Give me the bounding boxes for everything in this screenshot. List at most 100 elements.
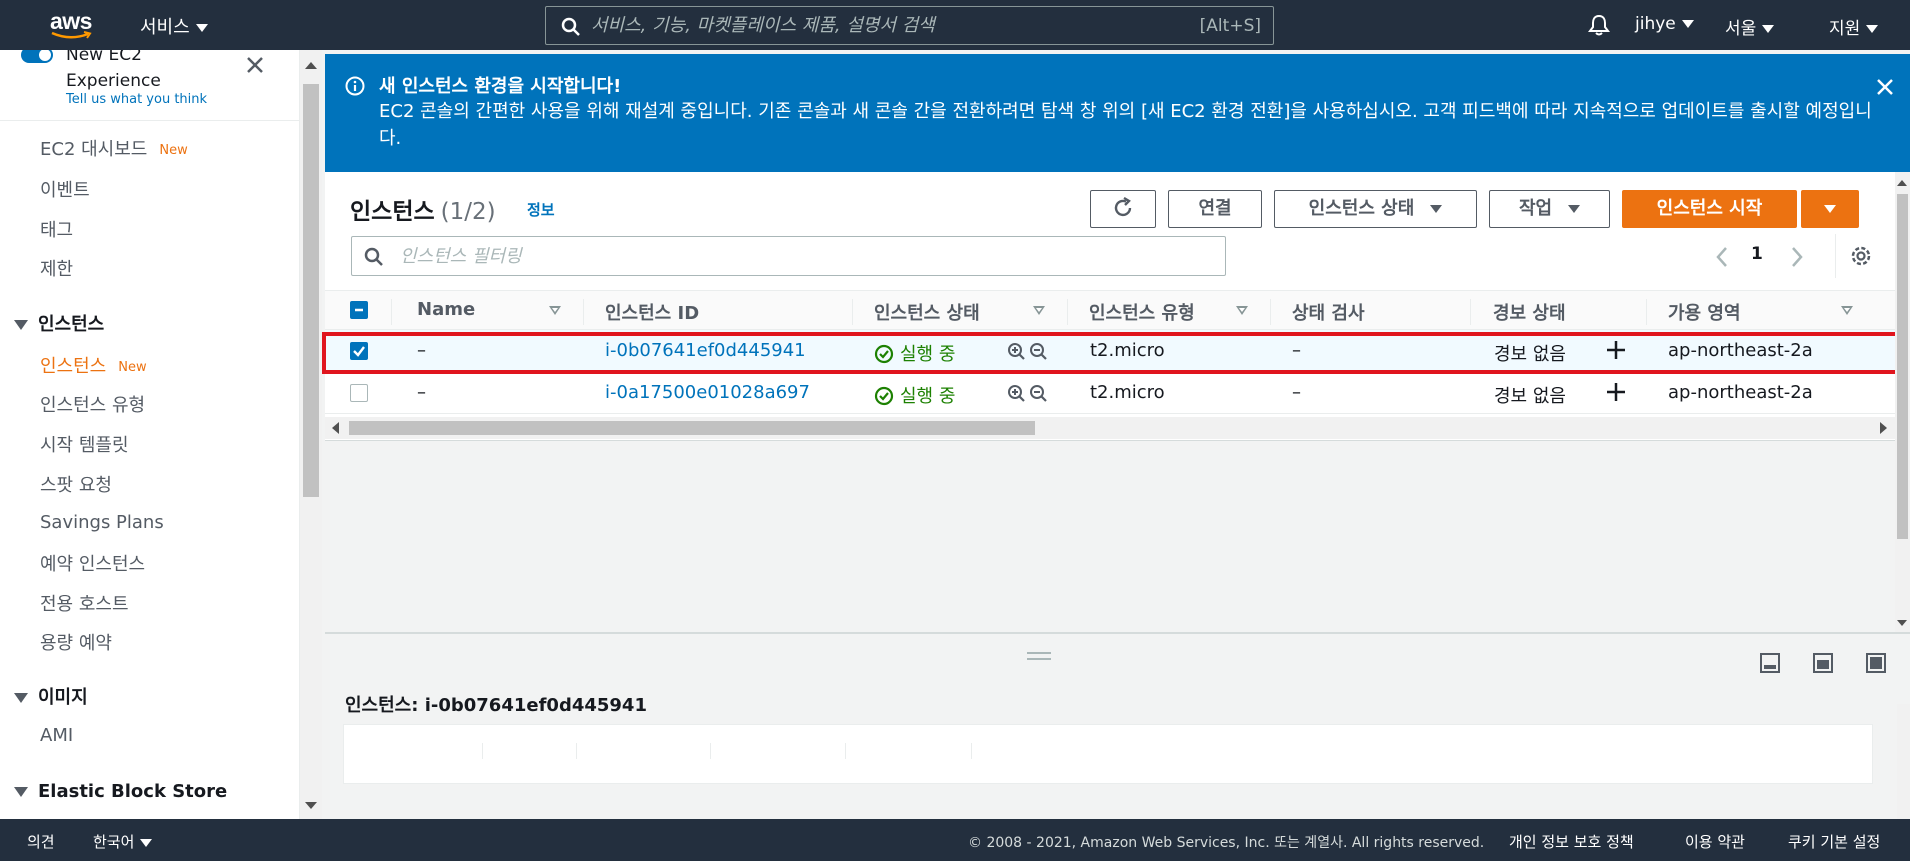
cell-status-check: – [1292,382,1301,403]
close-icon[interactable] [1876,78,1894,96]
sidebar-item-events[interactable]: 이벤트 [40,176,90,202]
scroll-down-arrow[interactable] [1897,620,1907,626]
column-divider [391,299,392,325]
sidebar-item-capacity-reservations[interactable]: 용량 예약 [40,629,112,655]
caret-down-icon [14,787,28,797]
panel-full-icon[interactable] [1865,652,1887,674]
global-search-input[interactable] [591,11,1191,40]
privacy-link[interactable]: 개인 정보 보호 정책 [1509,831,1634,852]
instance-filter[interactable] [351,236,1226,276]
add-alarm-icon[interactable] [1604,380,1628,404]
refresh-button[interactable] [1090,190,1156,228]
global-search[interactable]: [Alt+S] [545,6,1274,45]
gear-icon[interactable] [1849,244,1873,268]
sidebar-item-instance-types[interactable]: 인스턴스 유형 [40,391,145,417]
actions-button[interactable]: 작업 [1489,190,1610,228]
sort-icon[interactable] [549,306,561,315]
sidebar-item-instances[interactable]: 인스턴스 New [40,352,147,378]
info-link[interactable]: 정보 [527,199,555,220]
split-panel-scrollbar[interactable] [1897,704,1910,821]
sidebar-item-dedicated-hosts[interactable]: 전용 호스트 [40,590,129,616]
sidebar-section-images[interactable]: 이미지 [14,683,88,709]
bell-icon[interactable] [1588,14,1610,36]
row-checkbox[interactable] [350,384,368,402]
sidebar-item-launch-templates[interactable]: 시작 템플릿 [40,431,129,457]
selection-count: (1/2) [440,199,496,225]
launch-dropdown-button[interactable] [1801,190,1859,228]
user-menu[interactable]: jihye [1635,14,1694,34]
refresh-icon [1114,196,1132,217]
selected-row-highlight [322,332,1904,374]
scroll-left-arrow[interactable] [332,422,339,434]
sidebar: New EC2 Experience Tell us what you thin… [0,50,300,819]
sidebar-item-savings-plans[interactable]: Savings Plans [40,512,164,533]
select-all-checkbox[interactable] [350,301,368,319]
instance-state-button[interactable]: 인스턴스 상태 [1274,190,1477,228]
sidebar-item-label: 인스턴스 [40,356,107,377]
terms-link[interactable]: 이용 약관 [1685,831,1745,852]
column-header-alarm-status[interactable]: 경보 상태 [1493,299,1566,325]
chevron-left-icon[interactable] [1715,246,1729,268]
connect-button[interactable]: 연결 [1168,190,1262,228]
close-icon[interactable] [246,56,264,74]
new-experience-toggle[interactable] [20,50,54,64]
services-menu[interactable]: 서비스 [140,13,208,39]
column-header-instance-id[interactable]: 인스턴스 ID [605,299,699,325]
caret-down-icon [14,320,28,330]
column-header-availability-zone[interactable]: 가용 영역 [1668,299,1741,325]
sidebar-item-tags[interactable]: 태그 [40,216,73,242]
user-name: jihye [1635,14,1676,34]
language-menu[interactable]: 한국어 [93,831,153,852]
scroll-up-arrow[interactable] [1897,180,1907,186]
sidebar-item-ami[interactable]: AMI [40,725,73,746]
page-number[interactable]: 1 [1751,244,1763,264]
sidebar-item-ec2-dashboard[interactable]: EC2 대시보드 New [40,135,188,161]
sort-icon[interactable] [1033,306,1045,315]
instance-state-label: 인스턴스 상태 [1308,198,1415,219]
column-header-instance-state[interactable]: 인스턴스 상태 [874,299,980,325]
cell-availability-zone: ap-northeast-2a [1668,382,1813,403]
cell-instance-id[interactable]: i-0a17500e01028a697 [605,382,810,403]
panel-bottom-icon[interactable] [1759,652,1781,674]
sidebar-section-instances[interactable]: 인스턴스 [14,310,104,336]
sidebar-item-reserved-instances[interactable]: 예약 인스턴스 [40,550,145,576]
scroll-down-arrow[interactable] [305,802,317,809]
panel-half-icon[interactable] [1812,652,1834,674]
chevron-right-icon[interactable] [1790,246,1804,268]
sidebar-item-limits[interactable]: 제한 [40,255,73,281]
scroll-thumb[interactable] [349,421,1035,435]
scroll-thumb[interactable] [1897,194,1908,539]
chevron-down-icon [1681,20,1694,28]
main-vertical-scrollbar[interactable] [1895,172,1910,632]
launch-instances-button[interactable]: 인스턴스 시작 [1622,190,1797,228]
column-divider [852,299,853,325]
feedback-link[interactable]: 의견 [27,831,55,852]
scroll-up-arrow[interactable] [305,62,317,69]
minus-icon [355,308,363,312]
column-header-status-check[interactable]: 상태 검사 [1292,299,1365,325]
resize-handle[interactable] [1027,652,1051,660]
support-menu[interactable]: 지원 [1829,14,1879,39]
column-header-name[interactable]: Name [417,299,475,320]
chevron-down-icon [140,838,153,847]
sidebar-section-ebs[interactable]: Elastic Block Store [14,781,227,802]
feedback-link[interactable]: Tell us what you think [66,92,207,107]
instance-filter-input[interactable] [400,243,1200,269]
actions-label: 작업 [1518,198,1553,219]
language-label: 한국어 [93,833,135,851]
cookie-preferences-link[interactable]: 쿠키 기본 설정 [1788,831,1880,852]
new-experience-line2: Experience [66,71,161,91]
sort-icon[interactable] [1236,306,1248,315]
zoom-in-out-icons[interactable] [1007,384,1047,404]
sidebar-scrollbar[interactable] [300,50,322,819]
region-menu[interactable]: 서울 [1725,14,1775,39]
table-horizontal-scrollbar[interactable] [325,417,1895,439]
table-row[interactable]: – i-0a17500e01028a697 실행 중 t2.micro – 경보… [325,372,1895,414]
scroll-right-arrow[interactable] [1880,422,1887,434]
aws-logo[interactable]: aws [50,10,94,42]
column-header-instance-type[interactable]: 인스턴스 유형 [1089,299,1195,325]
scroll-thumb[interactable] [303,84,319,497]
info-banner: 새 인스턴스 환경을 시작합니다! EC2 콘솔의 간편한 사용을 위해 재설계… [325,54,1910,172]
sort-icon[interactable] [1841,306,1853,315]
sidebar-item-spot-requests[interactable]: 스팟 요청 [40,471,112,497]
